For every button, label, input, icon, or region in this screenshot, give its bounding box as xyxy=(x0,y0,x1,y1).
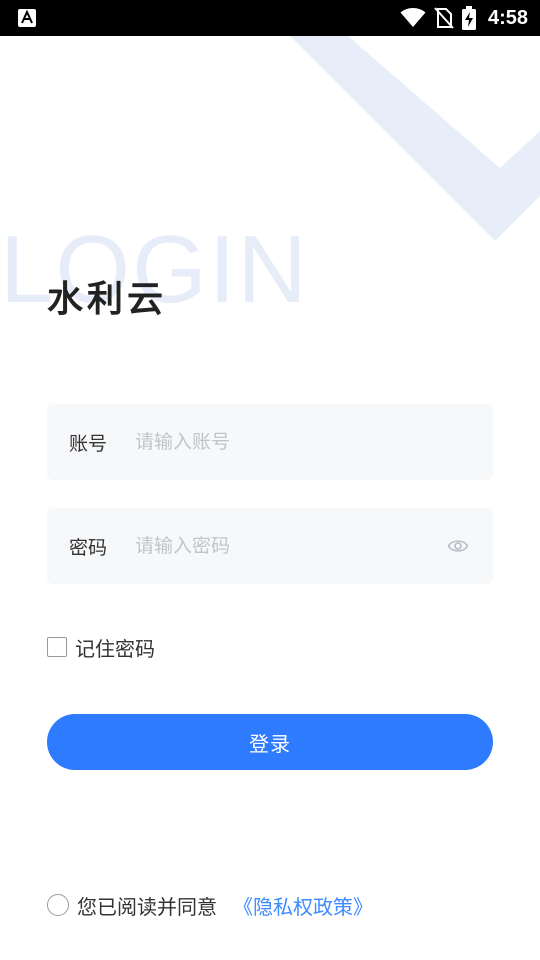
wifi-icon xyxy=(400,8,426,27)
remember-checkbox[interactable] xyxy=(47,637,67,657)
app-title: 水利云 xyxy=(47,279,168,320)
battery-charging-icon xyxy=(461,6,476,30)
privacy-policy-link[interactable]: 《隐私权政策》 xyxy=(233,891,373,920)
no-sim-icon xyxy=(434,7,454,29)
status-icons: 4:58 xyxy=(400,0,528,36)
eye-icon[interactable] xyxy=(447,535,469,557)
remember-password[interactable]: 记住密码 xyxy=(47,634,155,661)
password-input[interactable] xyxy=(135,526,425,566)
agree-radio[interactable] xyxy=(47,894,69,916)
password-label: 密码 xyxy=(69,536,108,559)
privacy-agreement: 您已阅读并同意 《隐私权政策》 xyxy=(47,890,373,920)
password-field[interactable]: 密码 xyxy=(47,508,493,584)
account-input[interactable] xyxy=(135,422,425,462)
login-screen: 4:58 LOGIN 水利云 账号 密码 记住密码 登录 您已阅读并同意 《隐私… xyxy=(0,0,540,960)
agree-text: 您已阅读并同意 xyxy=(77,894,217,919)
account-field[interactable]: 账号 xyxy=(47,404,493,480)
remember-label: 记住密码 xyxy=(75,636,155,661)
status-bar: 4:58 xyxy=(0,0,540,36)
login-button[interactable]: 登录 xyxy=(47,714,493,770)
account-label: 账号 xyxy=(69,432,108,455)
a-notification-icon xyxy=(18,9,36,27)
status-time: 4:58 xyxy=(487,6,528,29)
